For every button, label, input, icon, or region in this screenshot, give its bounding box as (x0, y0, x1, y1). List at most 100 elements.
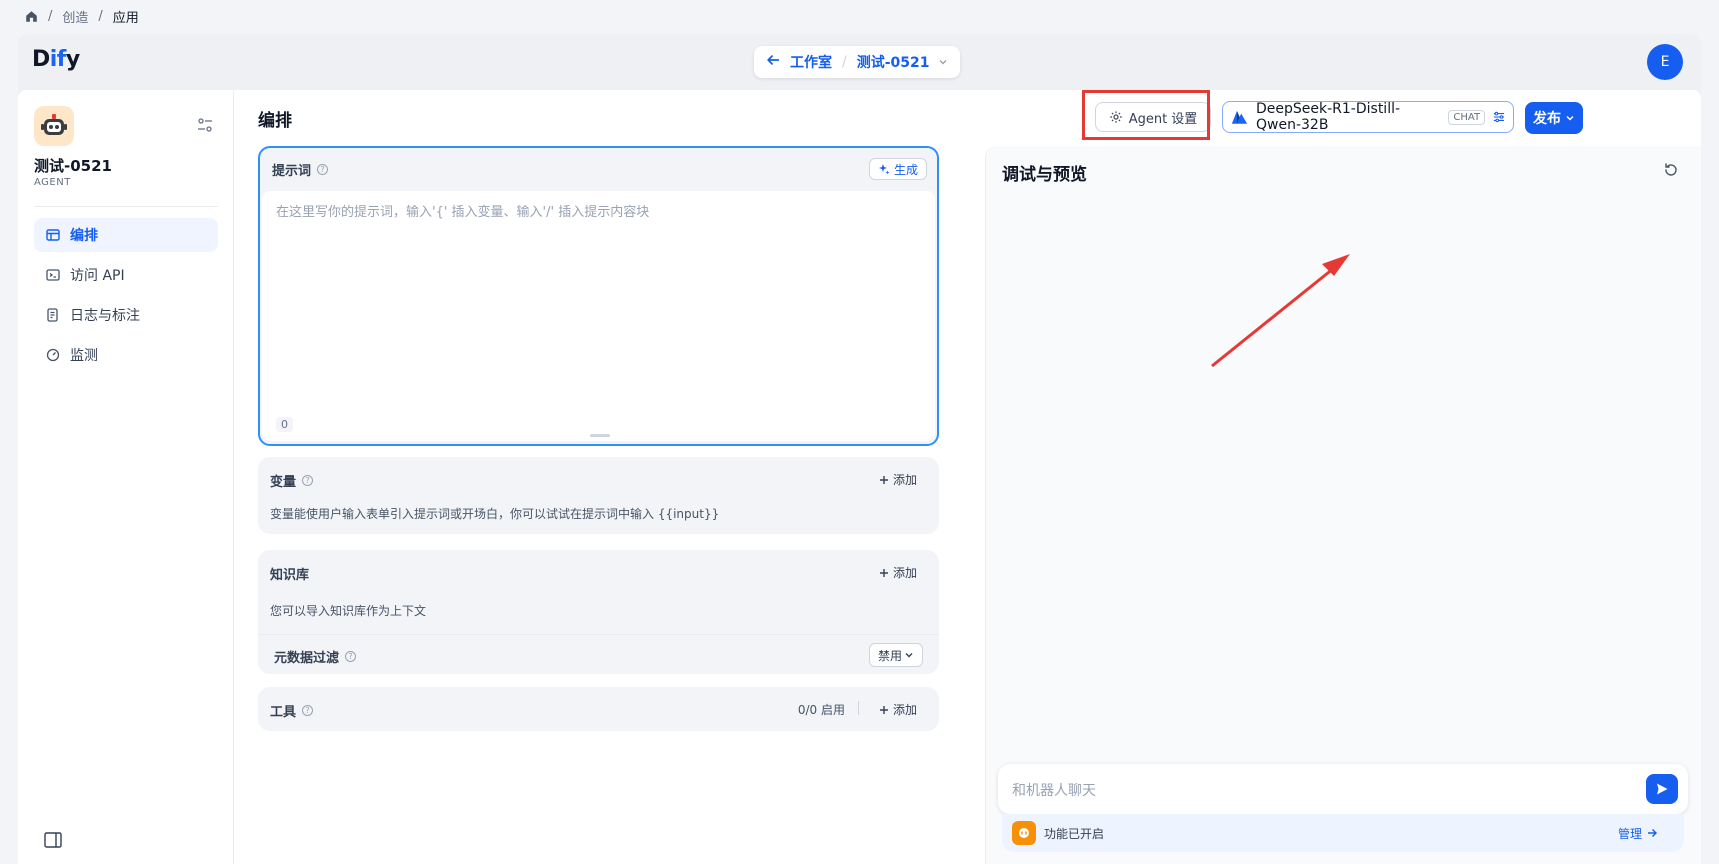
chevron-down-icon (939, 60, 947, 65)
annotation-highlight-box (1082, 90, 1210, 140)
add-knowledge-button[interactable]: 添加 (879, 564, 917, 581)
sidebar-item-logs[interactable]: 日志与标注 (34, 298, 218, 332)
generate-label: 生成 (893, 162, 918, 177)
arrow-right-icon (1648, 829, 1657, 837)
studio-link[interactable]: 工作室 (790, 52, 832, 72)
variables-section: 变量 ? 添加 变量能使用户输入表单引入提示词或开场白，你可以试试在提示词中输入… (258, 457, 939, 534)
char-count: 0 (276, 417, 293, 432)
tools-header: 工具 ? (270, 701, 314, 720)
tools-section: 工具 ? 0/0 启用 添加 (258, 687, 939, 731)
log-icon (46, 308, 60, 322)
model-mode-badge: CHAT (1448, 109, 1486, 125)
help-icon[interactable]: ? (302, 705, 314, 716)
dify-logo[interactable]: Dify (32, 47, 80, 72)
prompt-editor[interactable]: 在这里写你的提示词，输入'{' 插入变量、输入'/' 插入提示内容块 0 (262, 191, 935, 441)
sidebar-item-label: 编排 (70, 228, 98, 244)
send-button[interactable] (1646, 774, 1678, 804)
add-variable-button[interactable]: 添加 (879, 471, 917, 488)
generate-button[interactable]: 生成 (868, 158, 927, 180)
app-type: AGENT (34, 177, 71, 188)
sidebar-item-label: 访问 API (70, 268, 125, 284)
manage-label: 管理 (1617, 826, 1642, 841)
sparkle-icon (878, 164, 890, 175)
prompt-card: 提示词 ? 生成 在这里写你的提示词，输入'{' 插入变量、输入'/' 插入提示… (258, 146, 939, 446)
gauge-icon (46, 348, 60, 362)
logo-mid: if (49, 47, 67, 72)
home-icon[interactable] (24, 9, 38, 23)
breadcrumb-create[interactable]: 创造 (62, 7, 88, 26)
metadata-filter-value: 禁用 (877, 648, 902, 663)
knowledge-description: 您可以导入知识库作为上下文 (270, 604, 427, 618)
sidebar-item-api[interactable]: 访问 API (34, 258, 218, 292)
model-logo-icon (1231, 111, 1248, 124)
publish-label: 发布 (1533, 111, 1561, 127)
tools-divider (858, 701, 859, 715)
plus-icon (879, 475, 888, 484)
help-icon[interactable]: ? (345, 651, 357, 662)
sidebar-divider (34, 206, 218, 207)
layout-icon (46, 228, 60, 242)
model-name: DeepSeek-R1-Distill-Qwen-32B (1256, 101, 1401, 133)
add-label: 添加 (892, 703, 917, 717)
add-label: 添加 (892, 566, 917, 580)
pill-separator: / (842, 54, 847, 70)
sidebar-collapse-icon[interactable] (44, 832, 62, 848)
add-tool-button[interactable]: 添加 (879, 701, 917, 718)
chat-placeholder: 和机器人聊天 (1012, 783, 1096, 799)
variables-title: 变量 (270, 475, 297, 490)
chat-input[interactable]: 和机器人聊天 (998, 764, 1688, 814)
debug-title: 调试与预览 (1002, 165, 1087, 185)
breadcrumb-separator: / (48, 8, 53, 24)
breadcrumb-app: 应用 (112, 10, 139, 26)
metadata-filter-title: 元数据过滤 (274, 651, 340, 666)
main-panel: 编排 Agent 设置 DeepSeek-R1-Distill-Qwen-32B… (234, 90, 1701, 864)
plus-icon (879, 705, 888, 714)
refresh-icon[interactable] (1663, 162, 1679, 178)
page-title: 编排 (258, 111, 292, 131)
tools-status: 0/0 启用 (797, 703, 845, 717)
chevron-down-icon (905, 653, 913, 658)
app-selector-label: 测试-0521 (856, 55, 930, 71)
breadcrumb: / 创造 / 应用 (24, 6, 139, 26)
metadata-filter-select[interactable]: 禁用 (868, 643, 923, 667)
sidebar-item-label: 日志与标注 (70, 308, 140, 324)
chevron-down-icon (1566, 115, 1574, 121)
sidebar: 测试-0521 AGENT 编排 访问 API 日志与标注 监测 (18, 90, 234, 864)
knowledge-section: 知识库 添加 您可以导入知识库作为上下文 元数据过滤 ? 禁用 (258, 550, 939, 674)
breadcrumb-separator: / (98, 8, 103, 24)
knowledge-title: 知识库 (270, 568, 310, 583)
logo-prefix: D (32, 47, 50, 72)
variables-description: 变量能使用户输入表单引入提示词或开场白，你可以试试在提示词中输入 {{input… (270, 507, 720, 521)
features-icon (1012, 821, 1036, 845)
features-status: 功能已开启 (1044, 826, 1105, 841)
publish-button[interactable]: 发布 (1525, 102, 1583, 134)
help-icon[interactable]: ? (317, 164, 329, 175)
top-bar: Dify 工作室 / 测试-0521 E (18, 34, 1701, 90)
user-avatar[interactable]: E (1647, 44, 1683, 80)
app-settings-icon[interactable] (196, 116, 216, 136)
tools-title: 工具 (270, 705, 297, 720)
app-switcher: 工作室 / 测试-0521 (754, 46, 961, 78)
knowledge-header: 知识库 (270, 564, 309, 583)
sliders-icon[interactable] (1493, 110, 1505, 124)
send-icon (1657, 783, 1668, 795)
app-selector[interactable]: 测试-0521 (857, 52, 949, 72)
plus-icon (879, 568, 888, 577)
model-selector[interactable]: DeepSeek-R1-Distill-Qwen-32B CHAT (1222, 101, 1514, 133)
manage-features-button[interactable]: 管理 (1618, 825, 1658, 842)
app-name: 测试-0521 (34, 157, 112, 175)
add-label: 添加 (892, 473, 917, 487)
prompt-placeholder: 在这里写你的提示词，输入'{' 插入变量、输入'/' 插入提示内容块 (276, 205, 650, 220)
sidebar-nav: 编排 访问 API 日志与标注 监测 (34, 218, 218, 378)
resize-handle[interactable] (590, 434, 610, 437)
debug-preview-panel: 调试与预览 和机器人聊天 功能已开启 管理 (985, 146, 1701, 864)
app-frame: Dify 工作室 / 测试-0521 E 测试-0521 AGENT 编排 访问… (18, 34, 1701, 864)
sidebar-item-orchestrate[interactable]: 编排 (34, 218, 218, 252)
variables-header: 变量 ? (270, 471, 314, 490)
sidebar-item-monitor[interactable]: 监测 (34, 338, 218, 372)
features-bar: 功能已开启 管理 (1002, 814, 1684, 852)
logo-suffix: y (65, 47, 80, 72)
prompt-header: 提示词 ? (272, 160, 329, 179)
help-icon[interactable]: ? (302, 475, 314, 486)
back-arrow-icon[interactable] (766, 53, 780, 71)
